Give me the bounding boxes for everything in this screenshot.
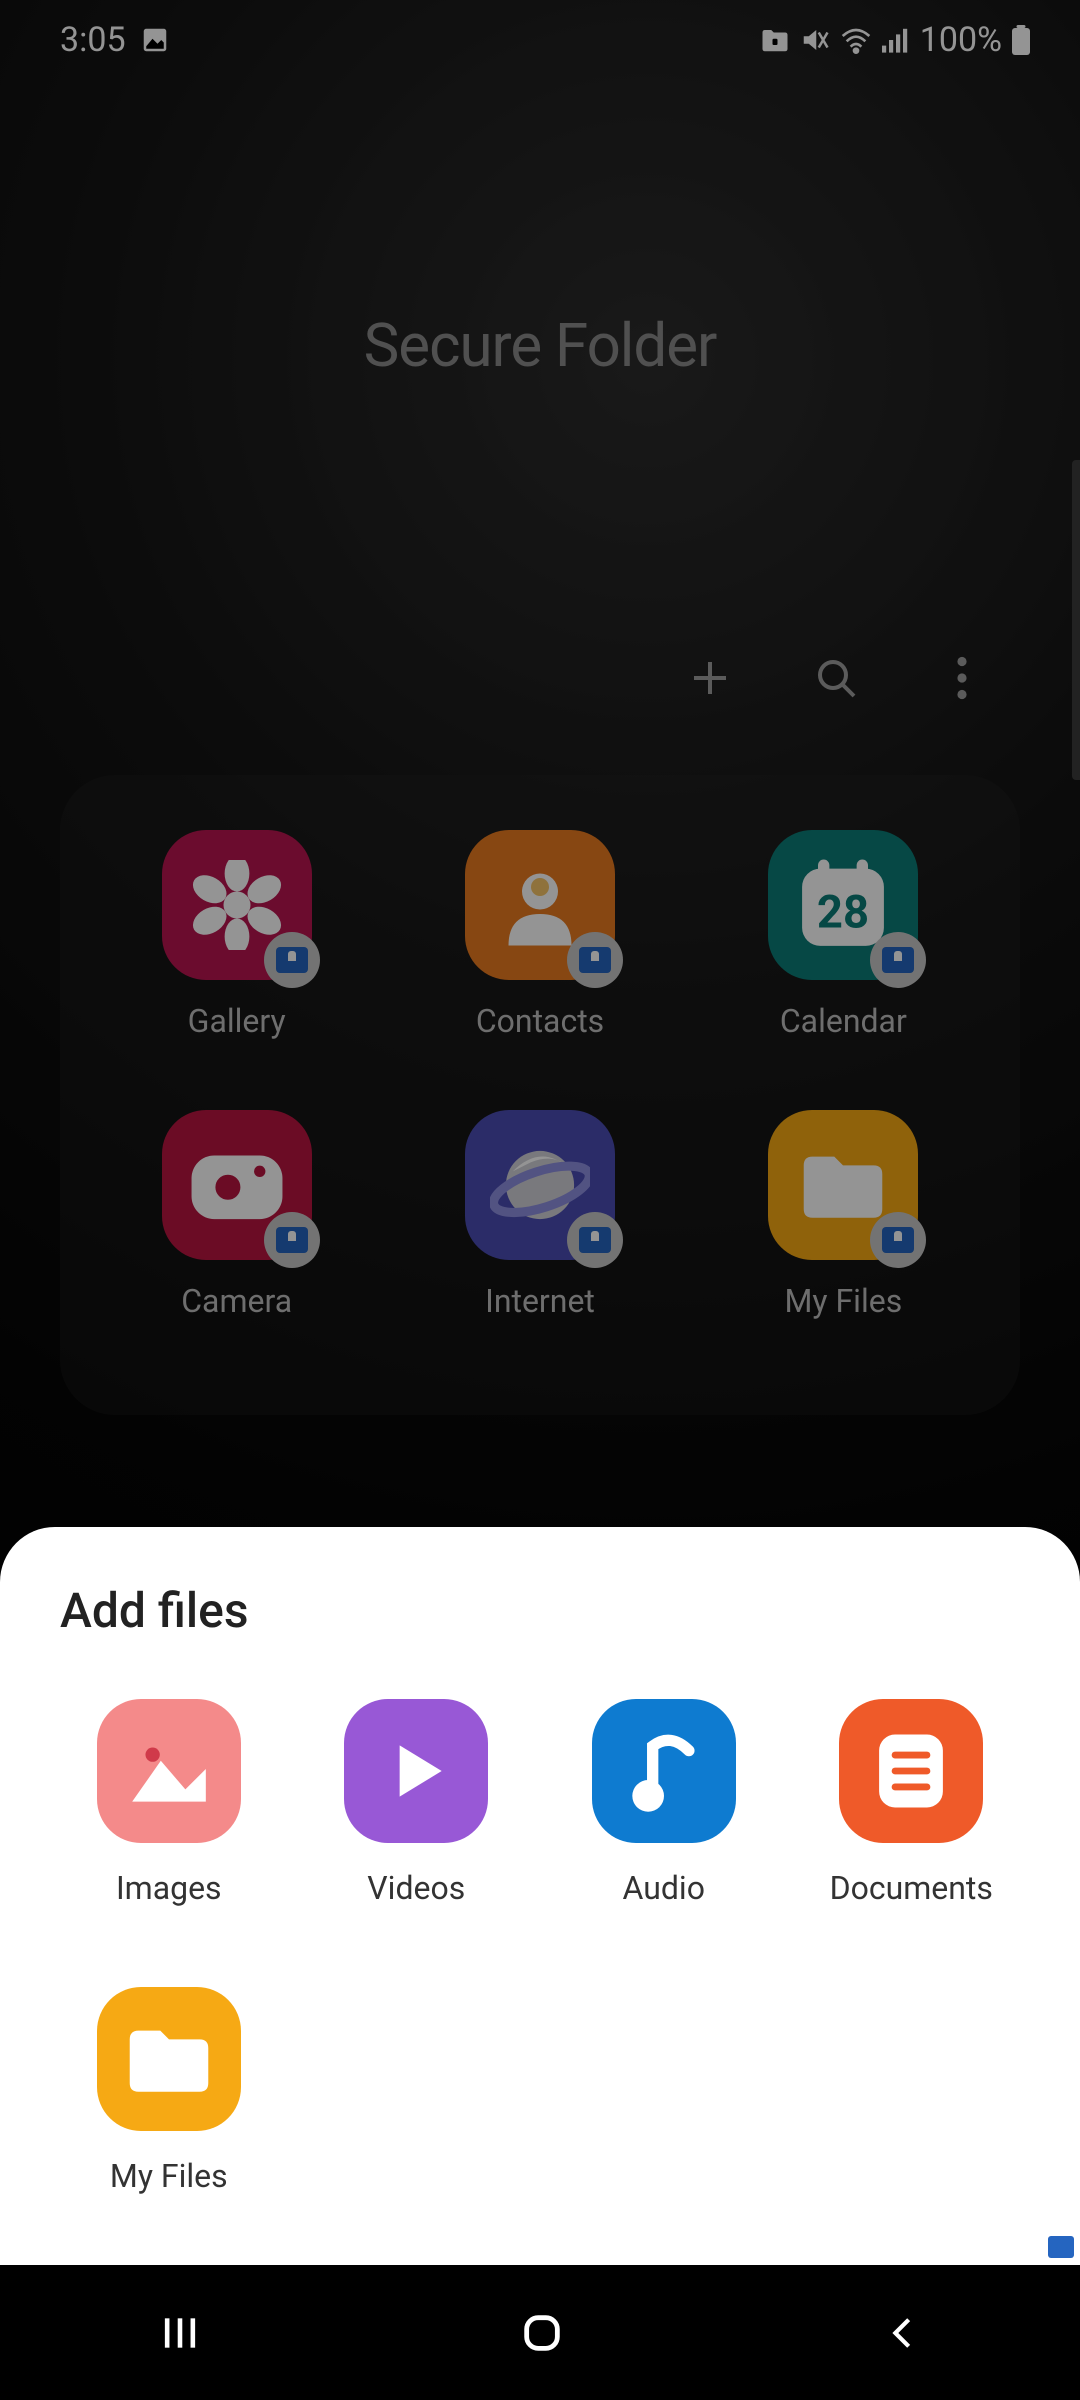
screen: 3:05 100% Secure Folder — [0, 0, 1080, 2400]
sheet-option-label: My Files — [110, 2157, 228, 2195]
note-icon — [592, 1699, 736, 1843]
image-icon — [97, 1699, 241, 1843]
play-icon — [344, 1699, 488, 1843]
add-files-option-documents[interactable]: Documents — [803, 1699, 1021, 1907]
add-files-option-my-files[interactable]: My Files — [60, 1987, 278, 2195]
secure-folder-corner-icon — [1048, 2236, 1074, 2258]
sheet-option-label: Audio — [623, 1869, 705, 1907]
add-files-option-images[interactable]: Images — [60, 1699, 278, 1907]
navigation-bar — [0, 2265, 1080, 2400]
doc-icon — [839, 1699, 983, 1843]
folder-icon — [97, 1987, 241, 2131]
add-files-sheet: Add files Images Videos Audio Documents My F… — [0, 1527, 1080, 2265]
sheet-option-label: Videos — [367, 1869, 465, 1907]
add-files-option-audio[interactable]: Audio — [555, 1699, 773, 1907]
back-button[interactable] — [882, 2311, 922, 2355]
home-button[interactable] — [519, 2310, 565, 2356]
sheet-title: Add files — [60, 1582, 1020, 1639]
sheet-option-label: Images — [116, 1869, 222, 1907]
sheet-option-label: Documents — [830, 1869, 993, 1907]
recents-button[interactable] — [158, 2311, 202, 2355]
add-files-option-videos[interactable]: Videos — [308, 1699, 526, 1907]
